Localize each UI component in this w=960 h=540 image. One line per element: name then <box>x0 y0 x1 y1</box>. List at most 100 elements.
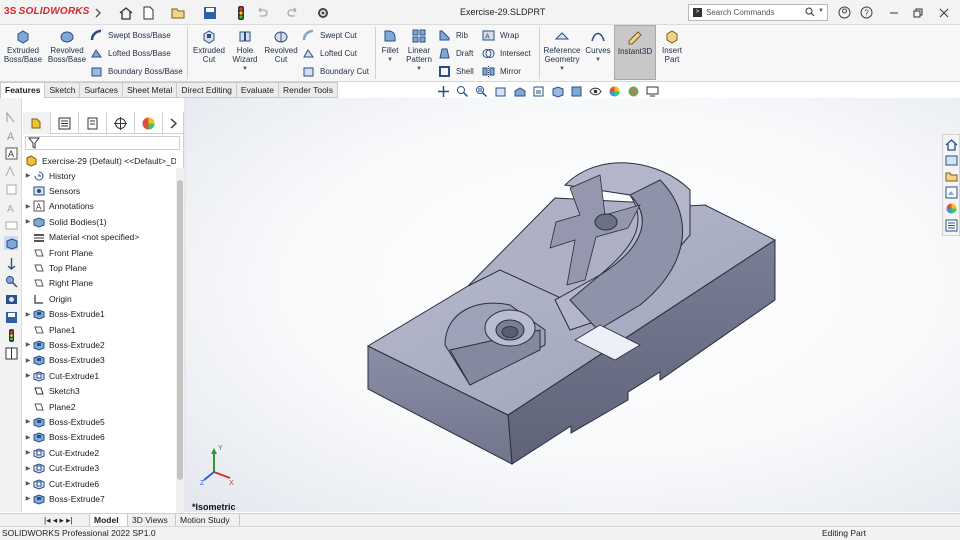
expand-caret-icon[interactable]: ▶ <box>23 449 33 456</box>
tree-item-front-plane[interactable]: Front Plane <box>23 245 176 260</box>
weld-symbol-icon[interactable] <box>4 182 18 196</box>
curves-button[interactable]: Curves ▼ <box>584 28 612 65</box>
tree-item-plane1[interactable]: Plane1 <box>23 322 176 337</box>
zoom-to-fit-icon[interactable] <box>455 84 469 98</box>
zoom-to-area-icon[interactable] <box>474 84 488 98</box>
tree-item-material-not-specified[interactable]: Material <not specified> <box>23 230 176 245</box>
save-view-icon[interactable] <box>4 310 18 324</box>
tree-item-solid-bodies-1[interactable]: ▶ Solid Bodies(1) <box>23 214 176 229</box>
apply-scene-icon[interactable] <box>626 84 640 98</box>
expand-arrow-icon[interactable] <box>90 5 105 20</box>
hole-wizard-button[interactable]: Hole Wizard ▼ <box>228 28 262 74</box>
lofted-boss-button[interactable]: Lofted Boss/Base <box>90 47 171 60</box>
nav-last-icon[interactable]: ▸| <box>66 515 72 525</box>
display-style-icon[interactable] <box>569 84 583 98</box>
solidworks-resources-icon[interactable] <box>945 138 958 151</box>
undo-icon[interactable] <box>254 5 269 20</box>
tree-item-right-plane[interactable]: Right Plane <box>23 276 176 291</box>
new-doc-icon[interactable] <box>140 5 155 20</box>
reference-geometry-button[interactable]: Reference Geometry ▼ <box>542 28 582 74</box>
measure-icon[interactable] <box>4 274 18 288</box>
hide-show-items-icon[interactable] <box>588 84 602 98</box>
hole-wizard-dropdown-icon[interactable]: ▼ <box>242 65 248 74</box>
tree-item-cut-extrude3[interactable]: ▶ Cut-Extrude3 <box>23 461 176 476</box>
tree-item-origin[interactable]: Origin <box>23 291 176 306</box>
linear-pattern-dropdown-icon[interactable]: ▼ <box>416 65 422 74</box>
custom-properties-icon[interactable] <box>945 219 958 232</box>
revolved-boss-button[interactable]: Revolved Boss/Base <box>46 28 88 64</box>
geometric-tolerance-icon[interactable] <box>4 218 18 232</box>
mirror-button[interactable]: Mirror <box>482 65 521 78</box>
fillet-button[interactable]: Fillet ▼ <box>378 28 402 65</box>
help-icon[interactable]: ? <box>858 5 874 20</box>
solidworks-logo[interactable]: 3S SOLIDWORKS <box>4 6 90 17</box>
tree-item-cut-extrude2[interactable]: ▶ Cut-Extrude2 <box>23 445 176 460</box>
property-manager-tab[interactable] <box>51 112 79 134</box>
edit-appearance-icon[interactable] <box>607 84 621 98</box>
tab-direct-editing[interactable]: Direct Editing <box>177 82 237 98</box>
expand-caret-icon[interactable]: ▶ <box>23 495 33 502</box>
curves-dropdown-icon[interactable]: ▼ <box>595 56 601 65</box>
expand-caret-icon[interactable]: ▶ <box>23 311 33 318</box>
expand-caret-icon[interactable]: ▶ <box>23 372 33 379</box>
draft-button[interactable]: Draft <box>438 47 473 60</box>
appearances-icon[interactable] <box>945 202 958 215</box>
tree-item-boss-extrude6[interactable]: ▶ Boss-Extrude6 <box>23 430 176 445</box>
display-manager-tab[interactable] <box>135 112 163 134</box>
expand-caret-icon[interactable]: ▶ <box>23 203 33 210</box>
view-palette-icon[interactable] <box>945 186 958 199</box>
rib-button[interactable]: Rib <box>438 29 468 42</box>
expand-caret-icon[interactable]: ▶ <box>23 465 33 472</box>
search-commands-field[interactable]: > Search Commands ▼ <box>688 4 828 21</box>
smart-dimension-icon[interactable] <box>4 110 18 124</box>
boundary-boss-button[interactable]: Boundary Boss/Base <box>90 65 183 78</box>
rebuild-light-icon[interactable] <box>233 5 248 20</box>
part-model[interactable] <box>186 98 960 512</box>
configuration-manager-tab[interactable] <box>79 112 107 134</box>
tab-sketch[interactable]: Sketch <box>45 82 81 98</box>
tree-item-plane2[interactable]: Plane2 <box>23 399 176 414</box>
view-orientation-icon[interactable] <box>436 84 450 98</box>
close-icon[interactable] <box>936 5 952 20</box>
tree-root[interactable]: Exercise-29 (Default) <<Default>_D <box>23 153 176 168</box>
stoplight-icon[interactable] <box>4 328 18 342</box>
tree-item-cut-extrude1[interactable]: ▶ Cut-Extrude1 <box>23 368 176 383</box>
open-folder-icon[interactable] <box>170 5 185 20</box>
options-gear-icon[interactable] <box>315 5 330 20</box>
panel-expand-icon[interactable] <box>163 112 184 134</box>
move-triad-icon[interactable] <box>4 256 18 270</box>
tree-item-boss-extrude2[interactable]: ▶ Boss-Extrude2 <box>23 337 176 352</box>
boundary-cut-button[interactable]: Boundary Cut <box>302 65 369 78</box>
tab-render-tools[interactable]: Render Tools <box>279 82 338 98</box>
scrollbar-thumb[interactable] <box>177 180 183 480</box>
tree-item-boss-extrude3[interactable]: ▶ Boss-Extrude3 <box>23 353 176 368</box>
graphics-area[interactable]: ⧉ — ❐ ✕ <box>186 98 960 512</box>
nav-first-icon[interactable]: |◂ <box>44 515 50 525</box>
save-icon[interactable] <box>202 5 217 20</box>
insert-part-button[interactable]: Insert Part <box>658 28 686 64</box>
restore-icon[interactable] <box>910 5 926 20</box>
dimxpert-manager-tab[interactable] <box>107 112 135 134</box>
filter-field[interactable] <box>25 136 180 150</box>
user-account-icon[interactable] <box>836 5 852 20</box>
lofted-cut-button[interactable]: Lofted Cut <box>302 47 357 60</box>
tree-item-sensors[interactable]: Sensors <box>23 183 176 198</box>
minimize-icon[interactable] <box>886 5 902 20</box>
tab-surfaces[interactable]: Surfaces <box>80 82 123 98</box>
swept-boss-button[interactable]: Swept Boss/Base <box>90 29 171 42</box>
fillet-dropdown-icon[interactable]: ▼ <box>387 56 393 65</box>
linear-pattern-button[interactable]: Linear Pattern ▼ <box>404 28 434 74</box>
tab-features[interactable]: Features <box>0 82 46 98</box>
file-explorer-icon[interactable] <box>945 170 958 183</box>
tree-item-sketch3[interactable]: Sketch3 <box>23 384 176 399</box>
nav-next-icon[interactable]: ▸ <box>60 515 64 525</box>
tab-evaluate[interactable]: Evaluate <box>236 82 280 98</box>
search-dropdown-icon[interactable]: ▼ <box>818 8 824 14</box>
expand-caret-icon[interactable]: ▶ <box>23 218 33 225</box>
previous-view-icon[interactable] <box>493 84 507 98</box>
expand-caret-icon[interactable]: ▶ <box>23 357 33 364</box>
search-icon[interactable] <box>805 7 815 19</box>
reference-geometry-dropdown-icon[interactable]: ▼ <box>559 65 565 74</box>
extruded-cut-button[interactable]: Extruded Cut <box>190 28 228 64</box>
expand-caret-icon[interactable]: ▶ <box>23 172 33 179</box>
